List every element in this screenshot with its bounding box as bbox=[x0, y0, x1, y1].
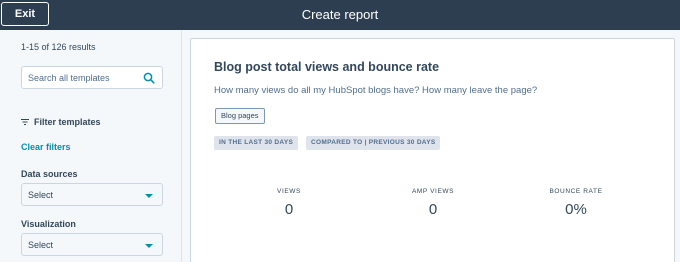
date-range-pill: IN THE LAST 30 DAYS bbox=[214, 136, 299, 150]
exit-button[interactable]: Exit bbox=[1, 2, 49, 26]
visualization-value: Select bbox=[28, 240, 54, 250]
clear-filters-link[interactable]: Clear filters bbox=[21, 142, 71, 152]
top-bar: Exit Create report bbox=[0, 0, 680, 30]
data-sources-select[interactable]: Select bbox=[21, 183, 163, 206]
metric-value: 0 bbox=[428, 201, 438, 218]
data-sources-value: Select bbox=[28, 190, 54, 200]
page-title: Create report bbox=[301, 7, 379, 22]
metric-value: 0 bbox=[284, 201, 294, 218]
report-template-card[interactable]: Blog post total views and bounce rate Ho… bbox=[190, 38, 675, 262]
metric-amp-views: AMP VIEWS 0 bbox=[373, 188, 493, 218]
metric-bounce-rate: BOUNCE RATE 0% bbox=[516, 188, 636, 218]
data-source-tag: Blog pages bbox=[215, 108, 265, 124]
filter-icon bbox=[21, 119, 29, 125]
search-box[interactable] bbox=[21, 66, 163, 89]
report-title: Blog post total views and bounce rate bbox=[214, 60, 440, 74]
caret-down-icon bbox=[145, 194, 153, 198]
filter-templates-heading: Filter templates bbox=[21, 117, 101, 127]
metric-label: BOUNCE RATE bbox=[549, 188, 603, 195]
filter-sidebar: 1-15 of 126 results Filter templates Cle… bbox=[0, 30, 182, 262]
caret-down-icon bbox=[145, 244, 153, 248]
search-icon[interactable] bbox=[143, 72, 155, 84]
filter-templates-label: Filter templates bbox=[34, 117, 101, 127]
results-count: 1-15 of 126 results bbox=[21, 42, 96, 52]
visualization-select[interactable]: Select bbox=[21, 233, 163, 256]
comparison-pill: COMPARED TO | PREVIOUS 30 DAYS bbox=[306, 136, 441, 150]
visualization-label: Visualization bbox=[21, 219, 76, 229]
metric-label: VIEWS bbox=[277, 188, 301, 195]
metric-views: VIEWS 0 bbox=[229, 188, 349, 218]
data-sources-label: Data sources bbox=[21, 169, 78, 179]
report-description: How many views do all my HubSpot blogs h… bbox=[214, 85, 538, 96]
metric-value: 0% bbox=[565, 201, 587, 218]
metric-label: AMP VIEWS bbox=[411, 188, 455, 195]
search-input[interactable] bbox=[22, 67, 140, 88]
